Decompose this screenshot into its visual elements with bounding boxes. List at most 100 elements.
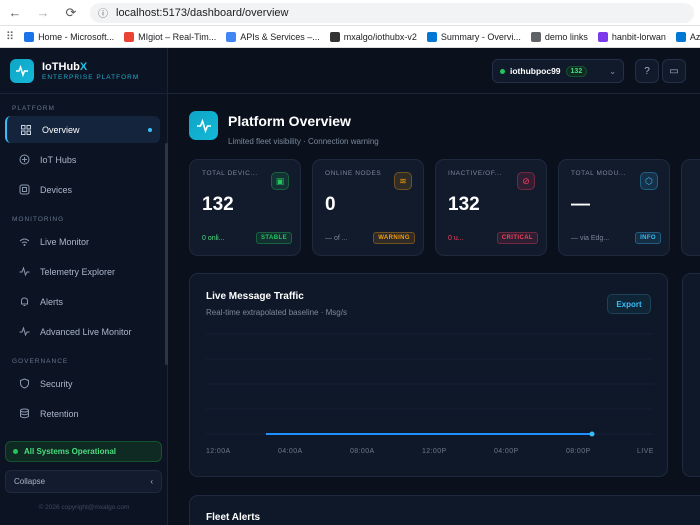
bookmark-icon	[226, 31, 237, 42]
stat-card[interactable]: ONLINE NODES ≋ 0 — of ... WARNING	[312, 159, 424, 256]
sidebar-item-security[interactable]: Security	[5, 370, 160, 397]
sidebar-item-label: Overview	[42, 124, 80, 135]
logo-icon	[10, 58, 34, 83]
bookmark-label: Azure	[689, 31, 700, 42]
section-governance: GOVERNANCE	[12, 358, 69, 365]
stat-card[interactable]: TOTAL DEVIC... ▣ 132 0 onli... STABLE	[189, 159, 301, 256]
status-dot	[13, 449, 18, 454]
forward-icon[interactable]: →	[34, 4, 52, 22]
stat-card[interactable]	[681, 159, 700, 256]
traffic-title: Live Message Traffic	[206, 291, 304, 302]
stat-value: —	[571, 194, 590, 215]
status-badge: INFO	[635, 232, 661, 244]
x-tick-label: 08:00P	[566, 448, 591, 455]
pulse-icon	[18, 326, 30, 338]
hub-status-dot	[500, 68, 505, 74]
x-tick-label: 04:00P	[494, 448, 519, 455]
stat-label: INACTIVE/OF...	[448, 170, 502, 177]
stat-footer: 0 onli... STABLE	[202, 232, 292, 244]
stat-note: 0 onli...	[202, 234, 225, 242]
sidebar-item-label: IoT Hubs	[40, 154, 77, 165]
apps-grid-icon[interactable]: ⠿	[6, 30, 14, 43]
reload-icon[interactable]: ⟳	[62, 4, 80, 22]
stat-card[interactable]: INACTIVE/OF... ⊘ 132 0 u... CRITICAL	[435, 159, 547, 256]
chip-icon: ▣	[271, 172, 289, 190]
site-info-icon[interactable]: ⓘ	[98, 5, 108, 20]
system-status-badge: All Systems Operational	[5, 441, 162, 462]
stat-card[interactable]: TOTAL MODU... ⬡ — — via Edg... INFO	[558, 159, 670, 256]
stat-label: TOTAL MODU...	[571, 170, 626, 177]
stat-value: 0	[325, 194, 336, 215]
main-content: iothubpoc99 132 ⌄ ? ▭ Platform Overview …	[168, 48, 700, 525]
help-button[interactable]: ?	[635, 59, 659, 83]
address-bar[interactable]: ⓘ localhost:5173/dashboard/overview	[90, 2, 694, 23]
sidebar-item-telemetry-explorer[interactable]: Telemetry Explorer	[5, 258, 160, 285]
browser-toolbar: ← → ⟳ ⓘ localhost:5173/dashboard/overvie…	[0, 0, 700, 26]
status-badge: STABLE	[256, 232, 292, 244]
export-button[interactable]: Export	[607, 294, 651, 314]
stat-note: — via Edg...	[571, 234, 610, 242]
bookmark-item[interactable]: Home - Microsoft...	[24, 31, 114, 42]
stat-value: 132	[448, 194, 480, 215]
stat-footer: — via Edg... INFO	[571, 232, 661, 244]
bookmark-item[interactable]: hanbit-lorwan	[597, 31, 666, 42]
messages-button[interactable]: ▭	[662, 59, 686, 83]
x-tick-label: LIVE	[637, 448, 654, 455]
sidebar-item-devices[interactable]: Devices	[5, 176, 160, 203]
sidebar-item-retention[interactable]: Retention	[5, 400, 160, 427]
bookmark-item[interactable]: MIgiot – Real-Tim...	[124, 31, 216, 42]
stat-label: ONLINE NODES	[325, 170, 382, 177]
sidebar-item-label: Live Monitor	[40, 236, 90, 247]
cube-icon: ⬡	[640, 172, 658, 190]
bookmark-label: Summary - Overvi...	[440, 31, 521, 42]
bookmark-icon	[597, 31, 608, 42]
x-tick-label: 04:00A	[278, 448, 303, 455]
traffic-subtitle: Real-time extrapolated baseline · Msg/s	[206, 308, 347, 317]
grid-icon	[20, 124, 32, 136]
x-tick-label: 12:00P	[422, 448, 447, 455]
bookmark-item[interactable]: Summary - Overvi...	[426, 31, 521, 42]
sidebar-item-label: Alerts	[40, 296, 64, 307]
pulse-icon	[18, 266, 30, 278]
message-icon: ▭	[669, 65, 679, 77]
sidebar-item-overview[interactable]: Overview	[5, 116, 160, 143]
side-card	[682, 273, 700, 477]
bookmark-item[interactable]: APIs & Services –...	[226, 31, 320, 42]
chevron-down-icon: ⌄	[609, 66, 616, 76]
section-platform: PLATFORM	[12, 105, 55, 112]
brand[interactable]: IoTHubX ENTERPRISE PLATFORM	[0, 48, 167, 94]
shield-icon	[18, 378, 30, 390]
collapse-label: Collapse	[14, 477, 46, 486]
bookmark-item[interactable]: mxalgo/iothubx-v2	[329, 31, 417, 42]
alerts-title: Fleet Alerts	[206, 512, 261, 523]
status-badge: CRITICAL	[496, 232, 538, 244]
status-badge: WARNING	[373, 232, 415, 244]
bookmark-icon	[329, 31, 340, 42]
help-icon: ?	[644, 65, 650, 77]
bookmark-item[interactable]: demo links	[530, 31, 588, 42]
stat-note: 0 u...	[448, 234, 464, 242]
stat-label: TOTAL DEVIC...	[202, 170, 258, 177]
bookmarks-bar: ⠿ Home - Microsoft... MIgiot – Real-Tim..…	[0, 26, 700, 48]
page-title: Platform Overview	[228, 113, 351, 129]
stat-note: — of ...	[325, 234, 348, 242]
bookmark-item[interactable]: Azure	[675, 31, 700, 42]
bookmark-label: mxalgo/iothubx-v2	[343, 31, 417, 42]
sidebar-item-iot-hubs[interactable]: IoT Hubs	[5, 146, 160, 173]
sidebar-item-live-monitor[interactable]: Live Monitor	[5, 228, 160, 255]
url-text: localhost:5173/dashboard/overview	[116, 6, 289, 19]
bookmark-label: demo links	[544, 31, 588, 42]
sidebar-item-advanced-live-monitor[interactable]: Advanced Live Monitor	[5, 318, 160, 345]
back-icon[interactable]: ←	[6, 4, 24, 22]
x-tick-label: 12:00A	[206, 448, 231, 455]
bookmark-icon	[24, 31, 35, 42]
fleet-alerts-card: Fleet Alerts	[189, 495, 700, 525]
active-dot	[148, 127, 152, 132]
sidebar-item-alerts[interactable]: Alerts	[5, 288, 160, 315]
hub-selector[interactable]: iothubpoc99 132 ⌄	[492, 59, 624, 83]
chip-icon	[18, 184, 30, 196]
x-axis: 12:00A 04:00A 08:00A 12:00P 04:00P 08:00P LIVE	[206, 448, 653, 458]
bookmark-icon	[426, 31, 437, 42]
collapse-button[interactable]: Collapse ‹	[5, 470, 162, 493]
signal-icon	[18, 236, 30, 248]
